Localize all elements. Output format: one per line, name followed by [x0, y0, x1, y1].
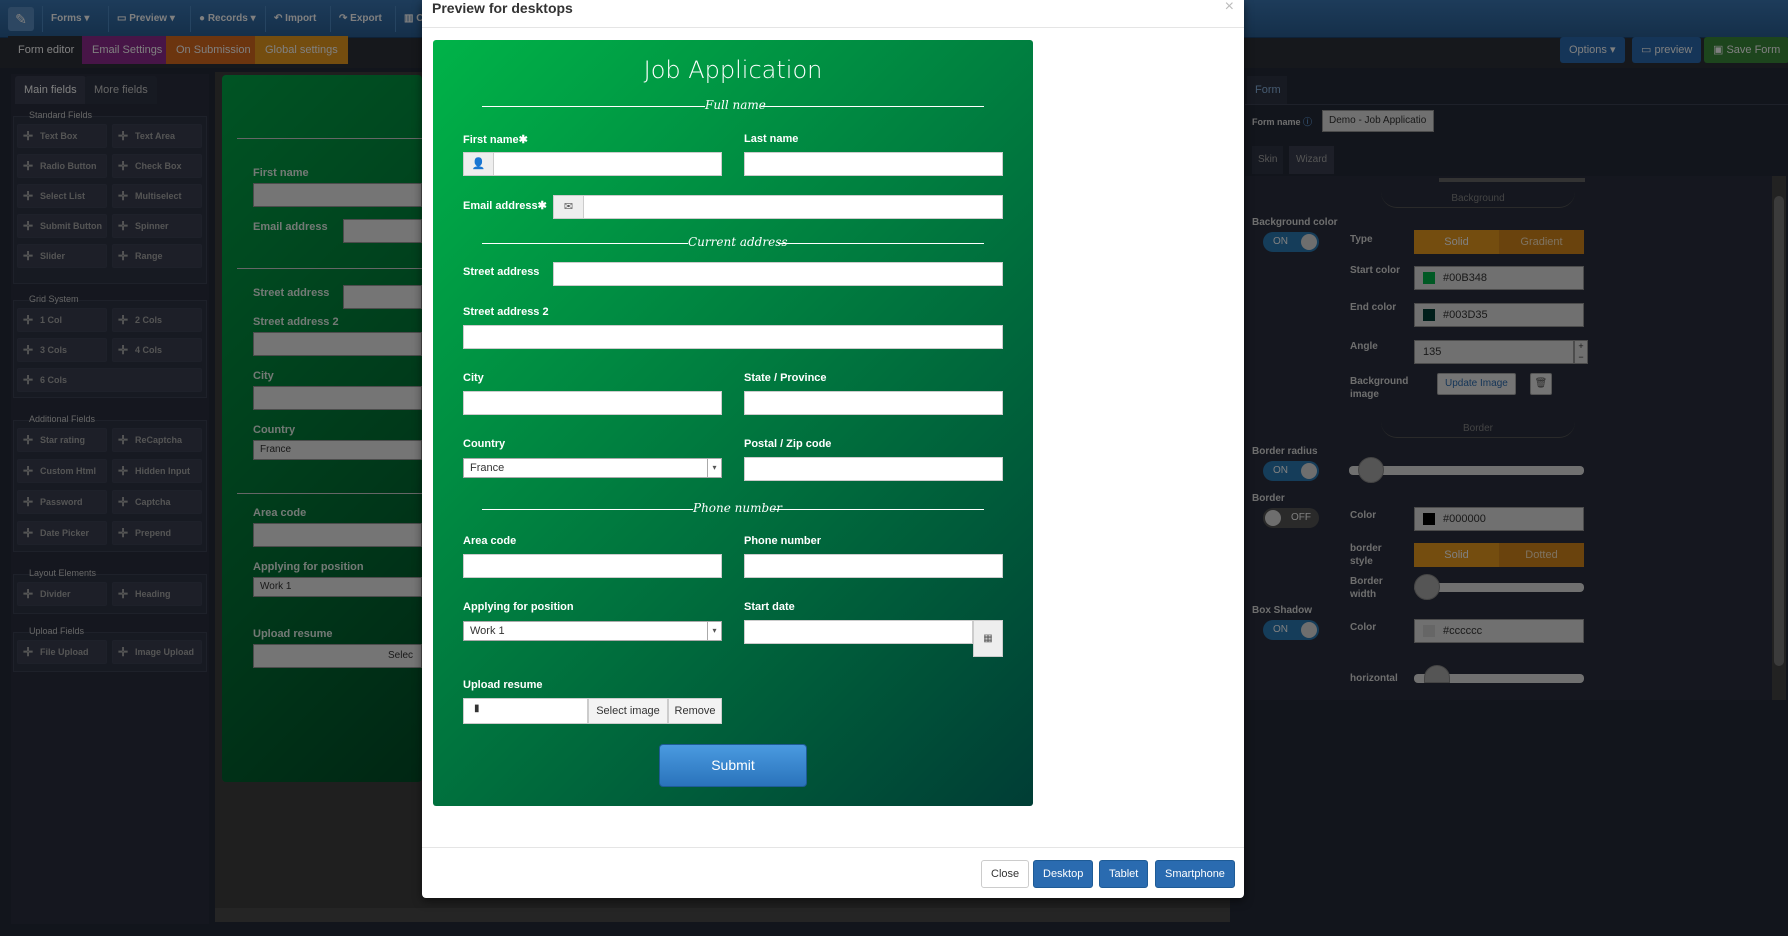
- upload-label: Upload resume: [463, 679, 543, 691]
- email-input[interactable]: ✉: [553, 195, 1003, 219]
- modal-footer-divider: [422, 847, 1244, 848]
- job-application-form: Job Application Full name First name✱ 👤 …: [433, 40, 1033, 806]
- city-input[interactable]: [463, 391, 722, 415]
- country-select[interactable]: France ▾: [463, 458, 722, 478]
- close-button[interactable]: Close: [981, 860, 1030, 888]
- state-input[interactable]: [744, 391, 1003, 415]
- street2-input[interactable]: [463, 325, 1003, 349]
- postal-label: Postal / Zip code: [744, 438, 832, 450]
- section-divider-line: [761, 106, 984, 107]
- select-image-button[interactable]: Select image: [588, 698, 668, 724]
- calendar-icon[interactable]: ▦: [973, 620, 1003, 657]
- last-name-label: Last name: [744, 133, 799, 145]
- user-icon: 👤: [464, 153, 494, 175]
- section-full-name: Full name: [705, 98, 766, 112]
- start-date-label: Start date: [744, 601, 795, 613]
- upload-file-display: ▮: [463, 698, 588, 724]
- tablet-button[interactable]: Tablet: [1099, 860, 1149, 888]
- modal-title: Preview for desktops: [432, 0, 573, 16]
- required-icon: ✱: [537, 200, 547, 212]
- start-date-input[interactable]: [744, 620, 973, 644]
- smartphone-button[interactable]: Smartphone: [1155, 860, 1235, 888]
- applying-value: Work 1: [470, 625, 505, 637]
- form-title: Job Application: [643, 56, 823, 84]
- section-divider-line: [482, 243, 688, 244]
- applying-select[interactable]: Work 1 ▾: [463, 621, 722, 641]
- last-name-input[interactable]: [744, 152, 1003, 176]
- section-divider-line: [778, 243, 984, 244]
- section-divider-line: [482, 106, 705, 107]
- modal-header-divider: [422, 27, 1244, 28]
- phone-label: Phone number: [744, 535, 822, 547]
- area-code-label: Area code: [463, 535, 517, 547]
- section-phone-number: Phone number: [693, 501, 783, 515]
- area-code-input[interactable]: [463, 554, 722, 578]
- country-value: France: [470, 462, 505, 474]
- section-current-address: Current address: [688, 235, 788, 249]
- phone-input[interactable]: [744, 554, 1003, 578]
- postal-input[interactable]: [744, 457, 1003, 481]
- section-divider-line: [773, 509, 984, 510]
- first-name-label: First name✱: [463, 133, 528, 146]
- email-label: Email address✱: [463, 199, 547, 212]
- close-icon[interactable]: ×: [1225, 0, 1234, 16]
- street-input[interactable]: [553, 262, 1003, 286]
- street-label: Street address: [463, 266, 540, 278]
- chevron-down-icon: ▾: [707, 622, 721, 640]
- section-divider-line: [482, 509, 693, 510]
- envelope-icon: ✉: [554, 196, 584, 218]
- preview-modal: Preview for desktops × Job Application F…: [422, 0, 1244, 898]
- state-label: State / Province: [744, 372, 827, 384]
- applying-label: Applying for position: [463, 601, 574, 613]
- desktop-button[interactable]: Desktop: [1033, 860, 1094, 888]
- email-label-text: Email address: [463, 200, 538, 212]
- country-label: Country: [463, 438, 506, 450]
- first-name-input[interactable]: 👤: [463, 152, 722, 176]
- file-icon: ▮: [474, 703, 480, 714]
- chevron-down-icon: ▾: [707, 459, 721, 477]
- first-name-label-text: First name: [463, 134, 519, 146]
- street2-label: Street address 2: [463, 306, 549, 318]
- city-label: City: [463, 372, 484, 384]
- submit-button[interactable]: Submit: [659, 744, 807, 787]
- required-icon: ✱: [518, 134, 528, 146]
- remove-button[interactable]: Remove: [668, 698, 722, 724]
